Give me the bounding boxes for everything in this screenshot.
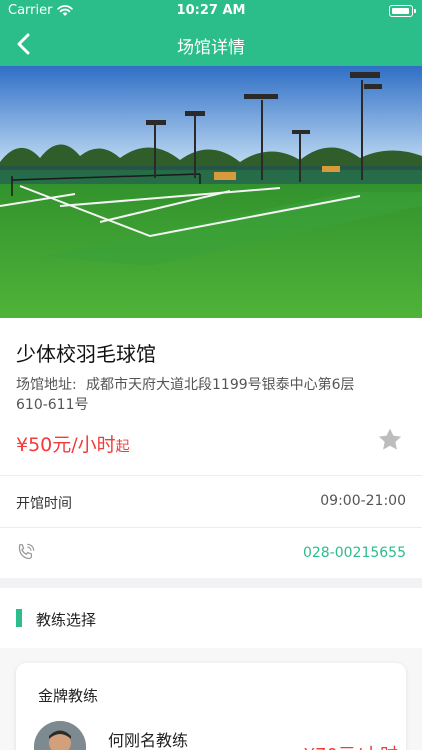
price-amount: ¥50元/小时 — [16, 434, 116, 456]
venue-name: 少体校羽毛球馆 — [16, 342, 156, 366]
price-suffix: 起 — [115, 439, 130, 455]
venue-price: ¥50元/小时起 — [16, 430, 130, 457]
section-divider — [0, 578, 422, 588]
phone-number[interactable]: 028-00215655 — [303, 545, 406, 561]
page-title: 场馆详情 — [177, 38, 245, 58]
section-accent-bar — [16, 609, 22, 627]
coach-card[interactable]: 金牌教练 何刚名教练 ¥70元/小时 — [16, 663, 406, 750]
status-time: 10:27 AM — [176, 3, 246, 18]
star-icon[interactable] — [376, 426, 404, 454]
phone-icon — [18, 543, 35, 560]
status-bar: Carrier 10:27 AM — [0, 0, 422, 22]
address-text-line2: 610-611号 — [16, 397, 89, 413]
nav-bar: 场馆详情 — [0, 22, 422, 66]
top-header: Carrier 10:27 AM 场馆详情 — [0, 0, 422, 66]
phone-row[interactable]: 028-00215655 — [0, 527, 422, 579]
opening-hours-value: 09:00-21:00 — [320, 493, 406, 509]
coach-price: ¥70元/小时 — [304, 741, 398, 750]
venue-photo — [0, 66, 422, 318]
battery-icon — [389, 5, 416, 17]
address-label: 场馆地址: — [16, 377, 77, 393]
coach-name: 何刚名教练 — [108, 731, 189, 750]
opening-hours-row: 开馆时间 09:00-21:00 — [0, 475, 422, 527]
address-text: 成都市天府大道北段1199号银泰中心第6层 — [86, 377, 355, 393]
coach-section-header: 教练选择 — [0, 588, 422, 648]
avatar — [34, 721, 86, 750]
opening-hours-label: 开馆时间 — [16, 496, 72, 512]
coach-section-title: 教练选择 — [36, 611, 97, 629]
coach-card-title: 金牌教练 — [38, 687, 99, 705]
